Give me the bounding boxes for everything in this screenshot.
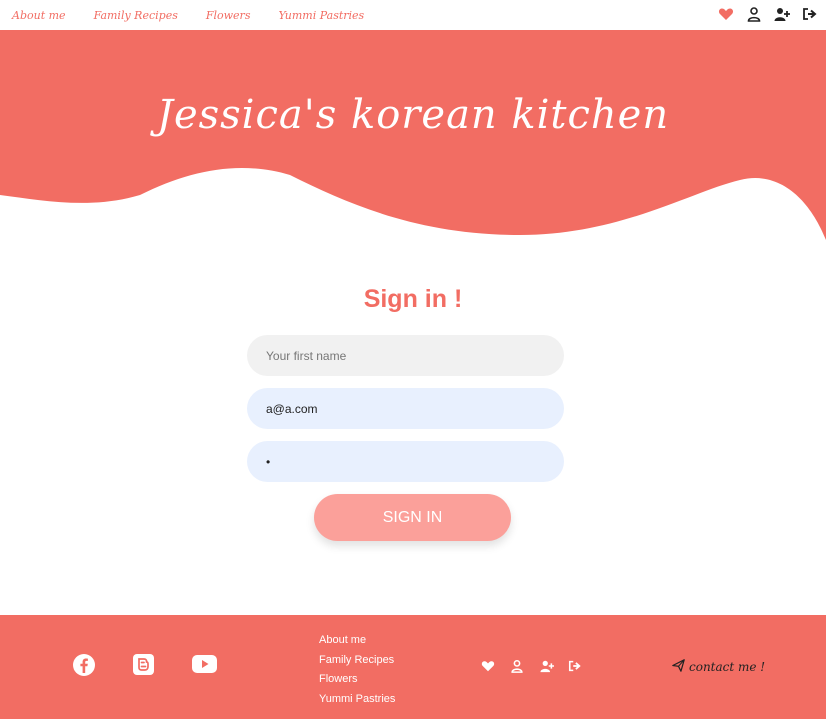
user-plus-icon[interactable]	[774, 5, 790, 23]
footer-icons	[481, 659, 584, 675]
blogger-icon[interactable]	[133, 654, 154, 680]
footer-link-yummi-pastries[interactable]: Yummi Pastries	[319, 690, 395, 710]
site-title: Jessica's korean kitchen	[156, 92, 670, 138]
footer: About me Family Recipes Flowers Yummi Pa…	[0, 615, 826, 719]
footer-link-about-me[interactable]: About me	[319, 631, 395, 651]
contact-link[interactable]: contact me !	[672, 659, 765, 675]
signin-button[interactable]: SIGN IN	[314, 494, 511, 541]
user-icon[interactable]	[746, 5, 762, 23]
logout-icon[interactable]	[568, 659, 584, 675]
user-icon[interactable]	[510, 659, 526, 675]
nav-icons	[718, 5, 818, 23]
password-input[interactable]	[247, 441, 564, 482]
first-name-input[interactable]	[247, 335, 564, 376]
youtube-icon[interactable]	[192, 654, 217, 679]
facebook-icon[interactable]	[73, 654, 95, 681]
nav-link-family-recipes[interactable]: Family Recipes	[94, 9, 178, 22]
nav-link-yummi-pastries[interactable]: Yummi Pastries	[278, 9, 364, 22]
nav-link-flowers[interactable]: Flowers	[206, 9, 251, 22]
footer-link-family-recipes[interactable]: Family Recipes	[319, 651, 395, 671]
hero-banner: Jessica's korean kitchen	[0, 30, 826, 245]
heart-icon[interactable]	[718, 5, 734, 23]
logout-icon[interactable]	[802, 5, 818, 23]
email-input[interactable]	[247, 388, 564, 429]
paper-plane-icon	[672, 659, 685, 675]
contact-label: contact me !	[689, 660, 766, 674]
signin-title: Sign in !	[363, 285, 463, 313]
nav-links: About me Family Recipes Flowers Yummi Pa…	[12, 9, 392, 22]
footer-links: About me Family Recipes Flowers Yummi Pa…	[319, 631, 395, 709]
heart-icon[interactable]	[481, 659, 497, 675]
user-plus-icon[interactable]	[539, 659, 555, 675]
nav-link-about-me[interactable]: About me	[12, 9, 66, 22]
footer-link-flowers[interactable]: Flowers	[319, 670, 395, 690]
top-nav: About me Family Recipes Flowers Yummi Pa…	[0, 0, 826, 30]
